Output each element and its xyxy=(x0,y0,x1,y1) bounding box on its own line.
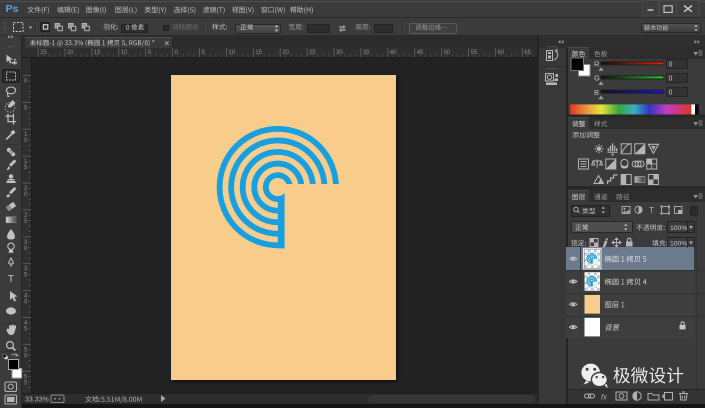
svg-text:0: 0 xyxy=(24,138,28,144)
svg-text:5: 5 xyxy=(24,105,28,111)
svg-text:0: 0 xyxy=(24,192,28,198)
svg-text:0: 0 xyxy=(24,353,28,359)
svg-text:0: 0 xyxy=(669,75,673,82)
svg-text:33.33%: 33.33% xyxy=(25,397,49,404)
svg-text:5: 5 xyxy=(24,327,28,333)
svg-text:0: 0 xyxy=(669,61,673,68)
svg-text:0: 0 xyxy=(669,90,673,97)
svg-text:0: 0 xyxy=(24,246,28,252)
svg-text:R: R xyxy=(594,60,600,69)
svg-text:Ps: Ps xyxy=(6,3,19,15)
svg-text:5: 5 xyxy=(24,380,28,386)
svg-text:5: 5 xyxy=(24,219,28,225)
svg-text:100%: 100% xyxy=(670,225,687,232)
svg-text:0: 0 xyxy=(24,300,28,306)
svg-text:100%: 100% xyxy=(670,241,687,248)
svg-text:0: 0 xyxy=(24,78,28,84)
svg-text:T: T xyxy=(649,206,654,215)
svg-text:5: 5 xyxy=(24,273,28,279)
svg-text:fx: fx xyxy=(601,393,607,402)
svg-text:G: G xyxy=(594,74,600,83)
svg-text:5: 5 xyxy=(24,165,28,171)
svg-text:T: T xyxy=(8,273,15,285)
svg-text:B: B xyxy=(594,88,599,97)
